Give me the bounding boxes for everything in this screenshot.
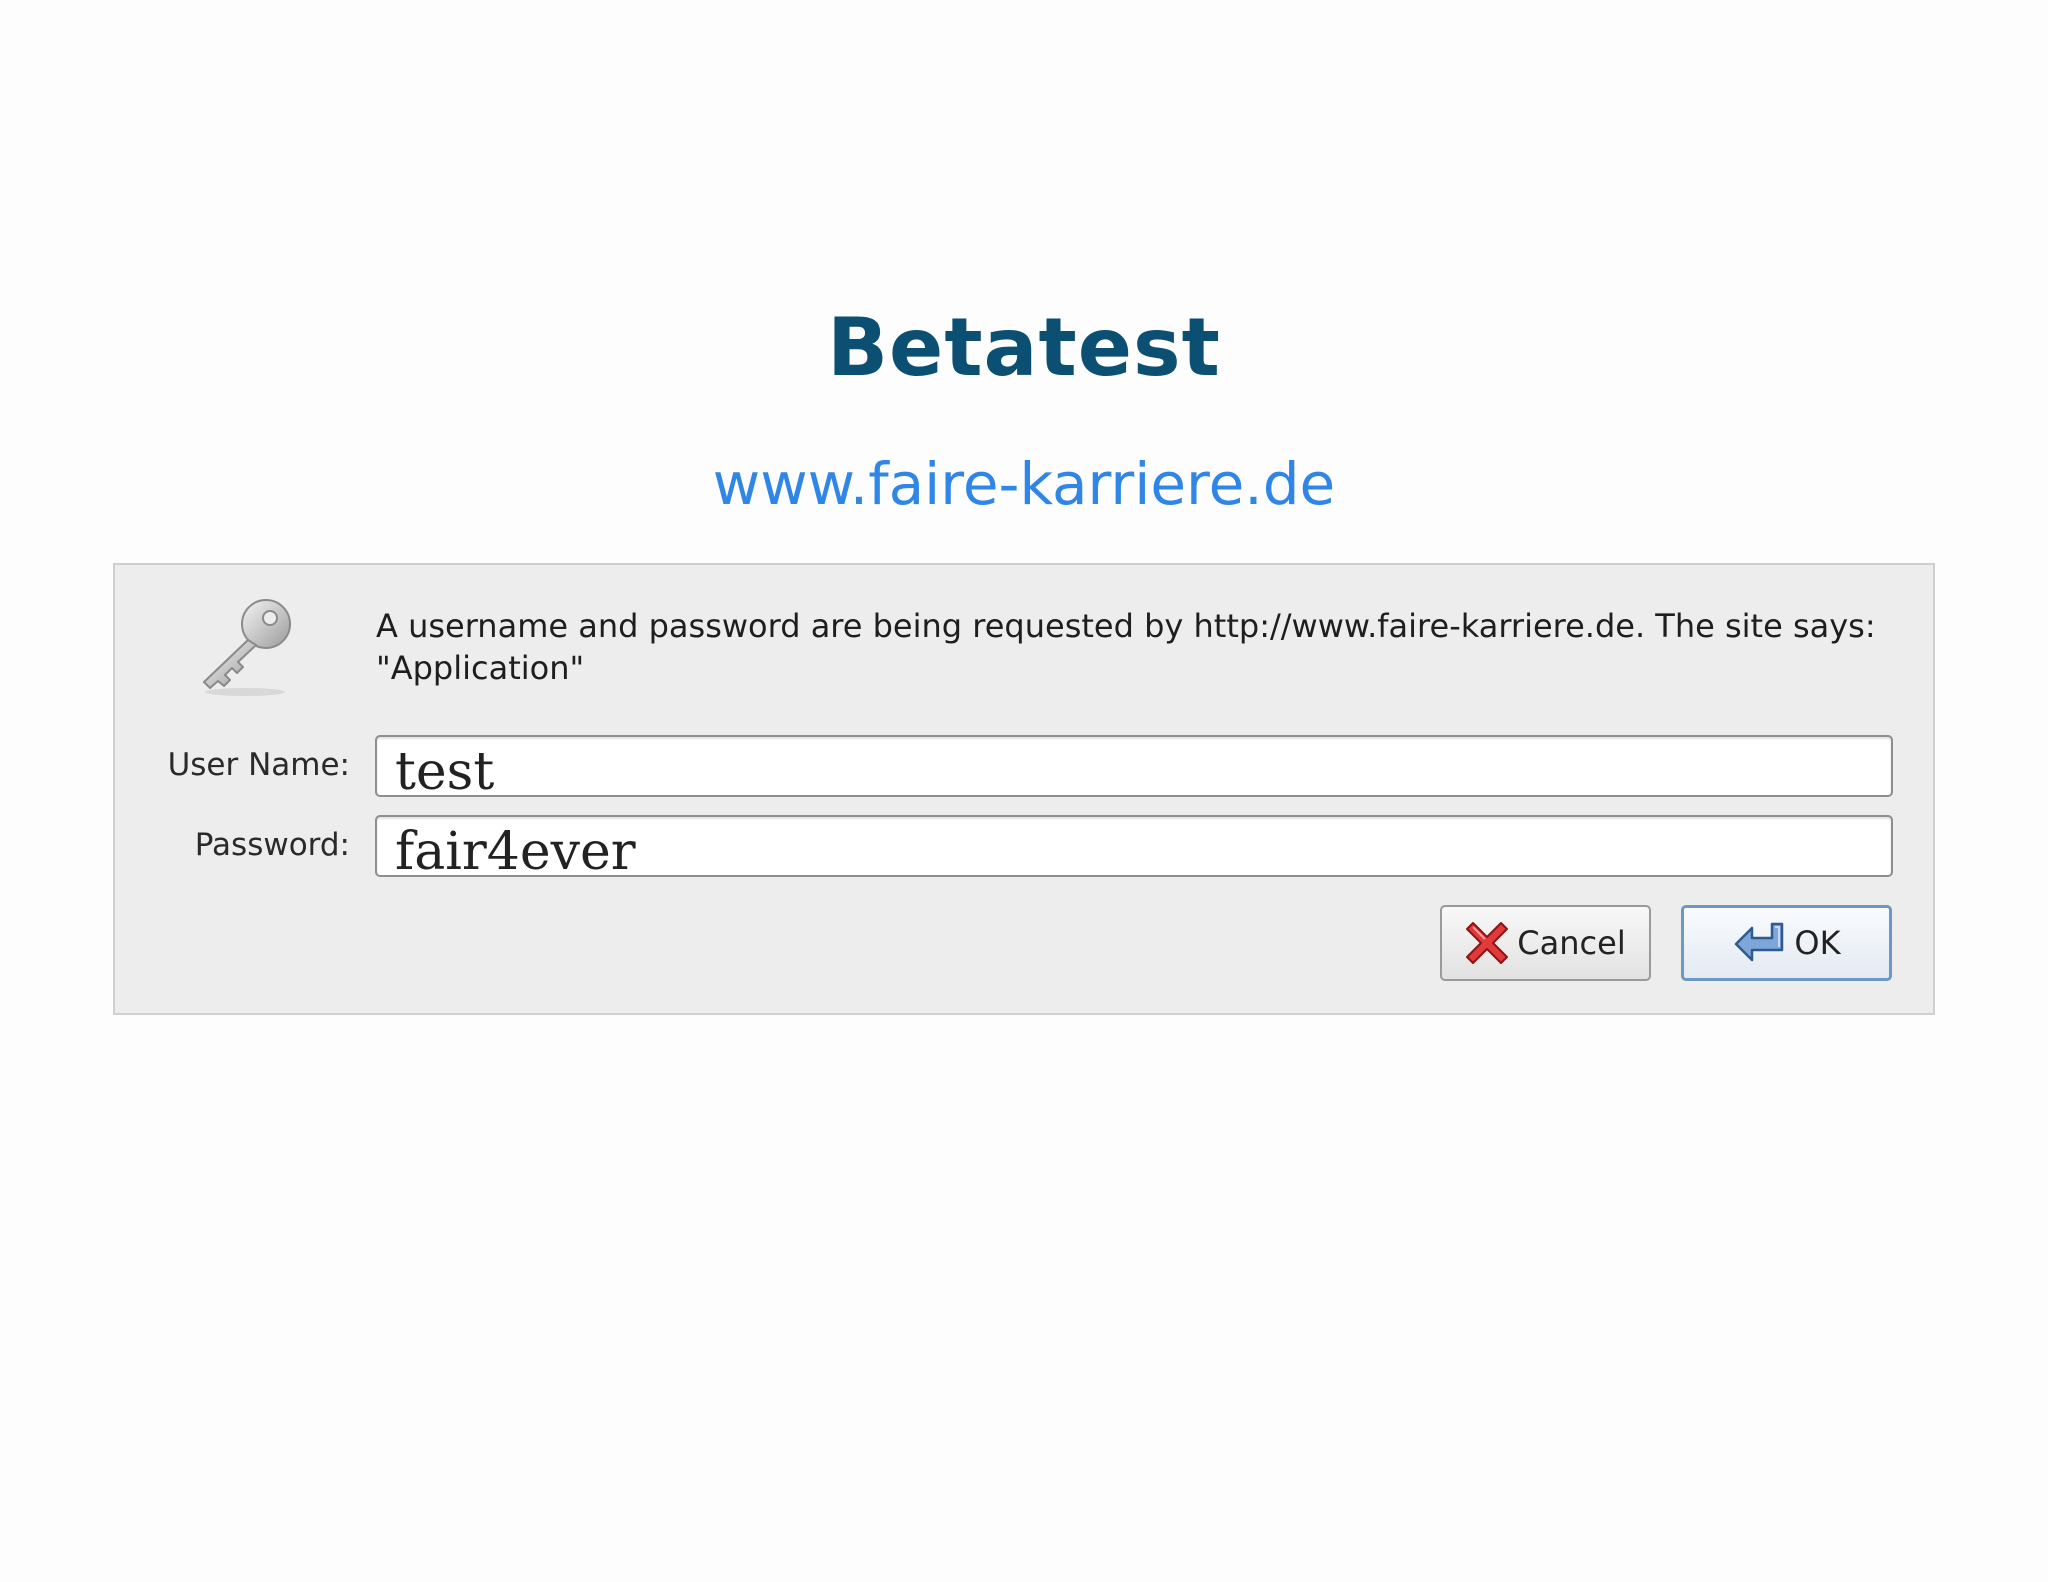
username-field[interactable]: test — [375, 735, 1893, 797]
password-field[interactable]: fair4ever — [375, 815, 1893, 877]
ok-label: OK — [1794, 924, 1841, 962]
username-label: User Name: — [167, 747, 350, 783]
key-icon — [190, 594, 302, 698]
ok-button[interactable]: OK — [1681, 905, 1892, 981]
cancel-button[interactable]: Cancel — [1440, 905, 1651, 981]
site-url: www.faire-karriere.de — [712, 450, 1336, 518]
cancel-x-icon — [1466, 922, 1509, 964]
enter-arrow-icon — [1735, 922, 1784, 962]
cancel-label: Cancel — [1517, 924, 1626, 962]
page-title: Betatest — [827, 301, 1221, 394]
password-label: Password: — [194, 827, 350, 863]
auth-message: A username and password are being reques… — [376, 607, 1876, 687]
